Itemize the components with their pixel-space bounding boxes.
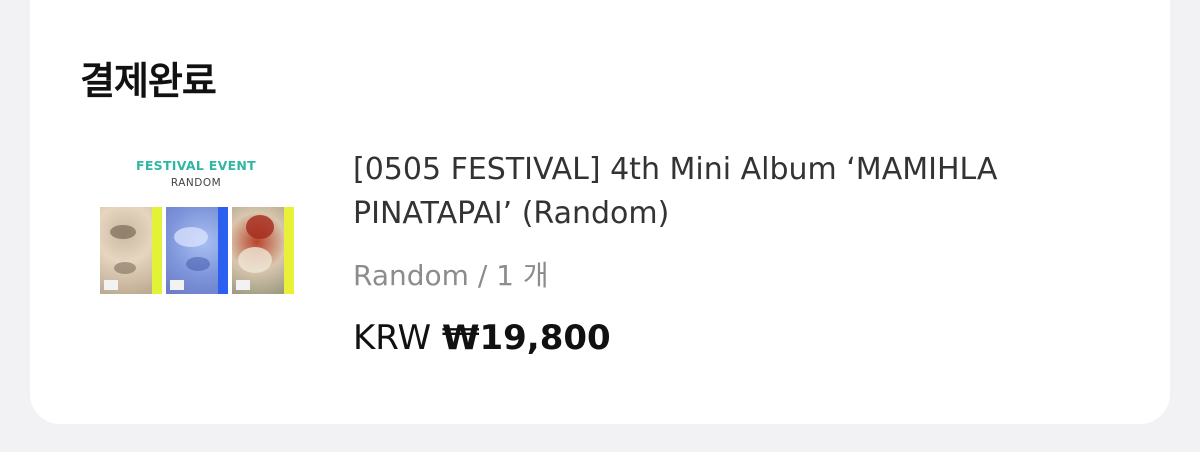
- product-option: Random / 1 개: [353, 259, 549, 292]
- product-thumbnail[interactable]: FESTIVAL EVENT RANDOM: [96, 150, 306, 300]
- product-price: KRW ₩19,800: [353, 318, 611, 358]
- album-cover-2: [166, 207, 228, 294]
- price-currency: KRW: [353, 318, 432, 358]
- thumbnail-event-title: FESTIVAL EVENT: [135, 158, 256, 173]
- product-name[interactable]: [0505 FESTIVAL] 4th Mini Album ‘MAMIHLA …: [353, 148, 1133, 236]
- price-amount: ₩19,800: [441, 318, 611, 358]
- album-cover-3: [232, 207, 294, 294]
- page-title: 결제완료: [80, 59, 217, 103]
- album-cover-1: [100, 207, 162, 294]
- thumbnail-event-subtitle: RANDOM: [170, 177, 222, 189]
